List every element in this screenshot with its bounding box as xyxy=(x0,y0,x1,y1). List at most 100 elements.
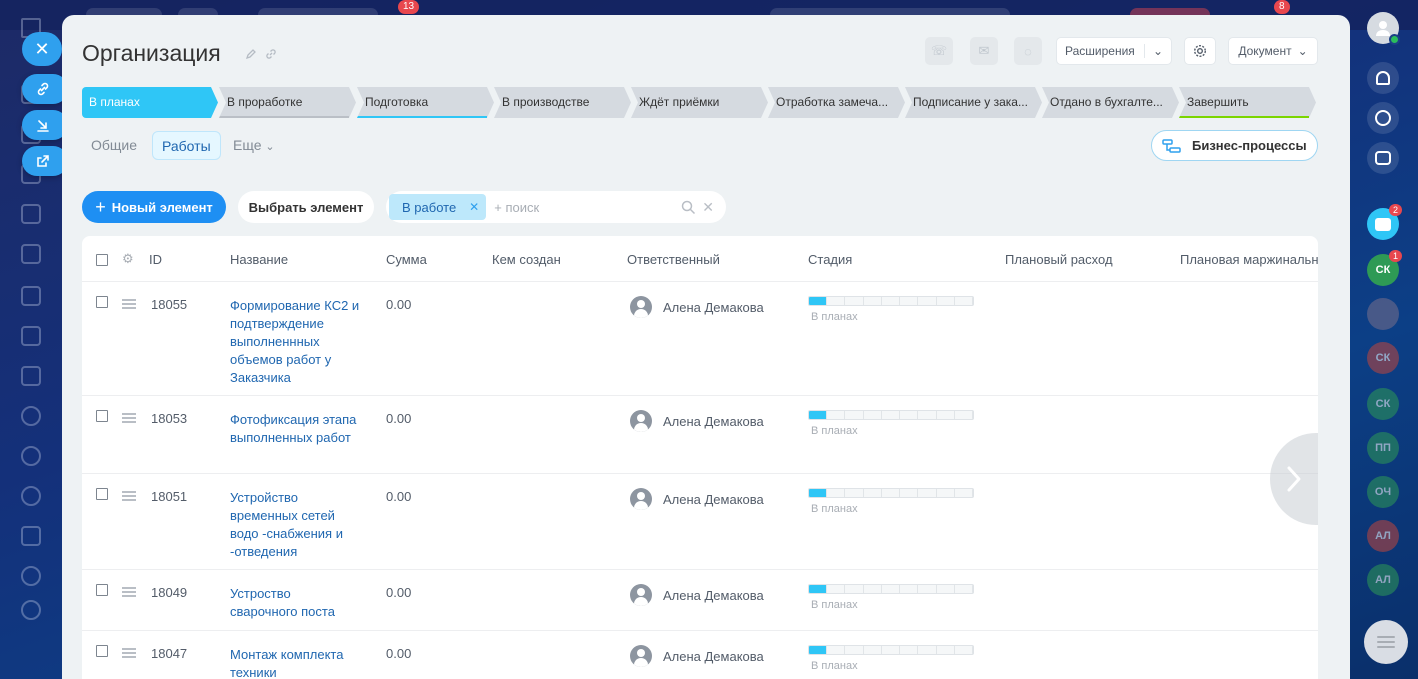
row-name-link[interactable]: Формирование КС2 и подтверждение выполне… xyxy=(230,297,370,387)
column-sum[interactable]: Сумма xyxy=(386,252,427,267)
row-checkbox[interactable] xyxy=(96,584,108,596)
business-processes-button[interactable]: Бизнес-процессы xyxy=(1151,130,1318,161)
link-icon[interactable] xyxy=(265,48,277,60)
mail-icon[interactable] xyxy=(21,366,41,386)
user-avatar[interactable] xyxy=(1367,12,1400,45)
settings-icon[interactable] xyxy=(21,600,41,620)
row-menu-icon[interactable] xyxy=(122,587,136,597)
extensions-dropdown[interactable]: Расширения ⌄ xyxy=(1056,37,1172,65)
search-icon[interactable] xyxy=(681,200,696,215)
stage-7[interactable]: Отдано в бухгалте... xyxy=(1042,87,1179,118)
select-element-button[interactable]: Выбрать элемент xyxy=(238,191,374,223)
filter-search[interactable]: В работе ✕ + поиск ✕ xyxy=(386,191,726,223)
tasks-icon[interactable] xyxy=(21,204,41,224)
stage-1[interactable]: В проработке xyxy=(219,87,356,118)
call-button[interactable]: ☏ xyxy=(925,37,953,65)
extensions-label: Расширения xyxy=(1065,44,1135,58)
chat-button[interactable]: ◌ xyxy=(1014,37,1042,65)
crm-icon[interactable] xyxy=(21,326,41,346)
column-created-by[interactable]: Кем создан xyxy=(492,252,561,267)
row-stage: В планах xyxy=(811,425,858,437)
row-checkbox[interactable] xyxy=(96,488,108,500)
stage-progress[interactable] xyxy=(808,645,974,655)
column-name[interactable]: Название xyxy=(230,252,288,267)
tab-works[interactable]: Работы xyxy=(152,131,221,160)
close-slider-button[interactable]: ✕ xyxy=(22,32,62,66)
table-row[interactable]: 18055 Формирование КС2 и подтверждение в… xyxy=(82,283,1318,396)
table-row[interactable]: 18049 Устроство сварочного поста 0.00 Ал… xyxy=(82,571,1318,631)
stage-5[interactable]: Отработка замеча... xyxy=(768,87,905,118)
stage-4[interactable]: Ждёт приёмки xyxy=(631,87,768,118)
stage-0[interactable]: В планах xyxy=(82,87,218,118)
bi-icon[interactable] xyxy=(21,486,41,506)
row-checkbox[interactable] xyxy=(96,296,108,308)
chat-list-button[interactable] xyxy=(1364,620,1408,664)
clear-icon[interactable]: ✕ xyxy=(702,199,714,216)
select-all-checkbox[interactable] xyxy=(96,254,108,266)
row-responsible[interactable]: Алена Демакова xyxy=(663,492,764,507)
row-responsible[interactable]: Алена Демакова xyxy=(663,300,764,315)
filter-chip[interactable]: В работе ✕ xyxy=(389,194,487,220)
row-name-link[interactable]: Фотофиксация этапа выполненных работ xyxy=(230,411,370,447)
row-name-link[interactable]: Устройство временных сетей водо -снабжен… xyxy=(230,489,358,561)
row-menu-icon[interactable] xyxy=(122,299,136,309)
search-input[interactable]: + поиск xyxy=(494,200,681,215)
documents-icon[interactable] xyxy=(21,286,41,306)
column-stage[interactable]: Стадия xyxy=(808,252,852,267)
recent-chat-avatar[interactable]: ПП xyxy=(1367,432,1399,464)
table-row[interactable]: 18047 Монтаж комплекта техники 0.00 Ален… xyxy=(82,632,1318,679)
new-element-button[interactable]: + Новый элемент xyxy=(82,191,226,223)
stage-2[interactable]: Подготовка xyxy=(357,87,494,118)
row-menu-icon[interactable] xyxy=(122,413,136,423)
copilot-button[interactable] xyxy=(1367,102,1399,134)
row-name-link[interactable]: Устроство сварочного поста xyxy=(230,585,358,621)
contacts-icon[interactable] xyxy=(21,406,41,426)
edit-icon[interactable] xyxy=(245,48,257,60)
column-planned-expense[interactable]: Плановый расход xyxy=(1005,252,1113,267)
column-responsible[interactable]: Ответственный xyxy=(627,252,720,267)
column-id[interactable]: ID xyxy=(149,252,162,267)
rpa-icon[interactable] xyxy=(21,446,41,466)
stage-progress[interactable] xyxy=(808,584,974,594)
stage-3[interactable]: В производстве xyxy=(494,87,631,118)
recent-chat-avatar[interactable]: АЛ xyxy=(1367,520,1399,552)
stage-progress[interactable] xyxy=(808,296,974,306)
document-dropdown[interactable]: Документ ⌄ xyxy=(1228,37,1318,65)
notifications-button[interactable] xyxy=(1367,62,1399,94)
stage-progress[interactable] xyxy=(808,410,974,420)
row-name-link[interactable]: Монтаж комплекта техники xyxy=(230,646,370,679)
business-processes-label: Бизнес-процессы xyxy=(1192,138,1307,153)
table-row[interactable]: 18053 Фотофиксация этапа выполненных раб… xyxy=(82,397,1318,474)
messenger-button[interactable]: 2 xyxy=(1367,204,1402,240)
recent-chat-avatar[interactable]: СК 1 xyxy=(1367,250,1402,286)
stage-progress[interactable] xyxy=(808,488,974,498)
column-planned-margin[interactable]: Плановая маржинальность xyxy=(1180,252,1318,267)
store-icon[interactable] xyxy=(21,526,41,546)
row-responsible[interactable]: Алена Демакова xyxy=(663,414,764,429)
column-settings-icon[interactable]: ⚙ xyxy=(122,251,134,267)
tab-general[interactable]: Общие xyxy=(82,131,146,160)
row-menu-icon[interactable] xyxy=(122,491,136,501)
notification-badge: 8 xyxy=(1274,0,1290,14)
settings-button[interactable] xyxy=(1184,37,1216,65)
stage-8[interactable]: Завершить xyxy=(1179,87,1316,118)
recent-chat-avatar[interactable]: СК xyxy=(1367,388,1399,420)
row-checkbox[interactable] xyxy=(96,410,108,422)
recent-chat-avatar[interactable]: ОЧ xyxy=(1367,476,1399,508)
recent-chat-photo-avatar[interactable] xyxy=(1367,298,1399,330)
row-menu-icon[interactable] xyxy=(122,648,136,658)
sites-icon[interactable] xyxy=(21,566,41,586)
open-lines-button[interactable] xyxy=(1367,142,1399,174)
table-row[interactable]: 18051 Устройство временных сетей водо -с… xyxy=(82,475,1318,570)
row-checkbox[interactable] xyxy=(96,645,108,657)
recent-chat-avatar[interactable]: СК xyxy=(1367,342,1399,374)
row-responsible[interactable]: Алена Демакова xyxy=(663,588,764,603)
stage-6[interactable]: Подписание у зака... xyxy=(905,87,1042,118)
tab-more[interactable]: Еще ⌄ xyxy=(224,131,284,160)
envelope-icon: ✉ xyxy=(978,43,990,58)
chip-remove-icon[interactable]: ✕ xyxy=(469,200,479,214)
calendar-icon[interactable] xyxy=(21,244,41,264)
row-responsible[interactable]: Алена Демакова xyxy=(663,649,764,664)
recent-chat-avatar[interactable]: АЛ xyxy=(1367,564,1399,596)
email-button[interactable]: ✉ xyxy=(970,37,998,65)
